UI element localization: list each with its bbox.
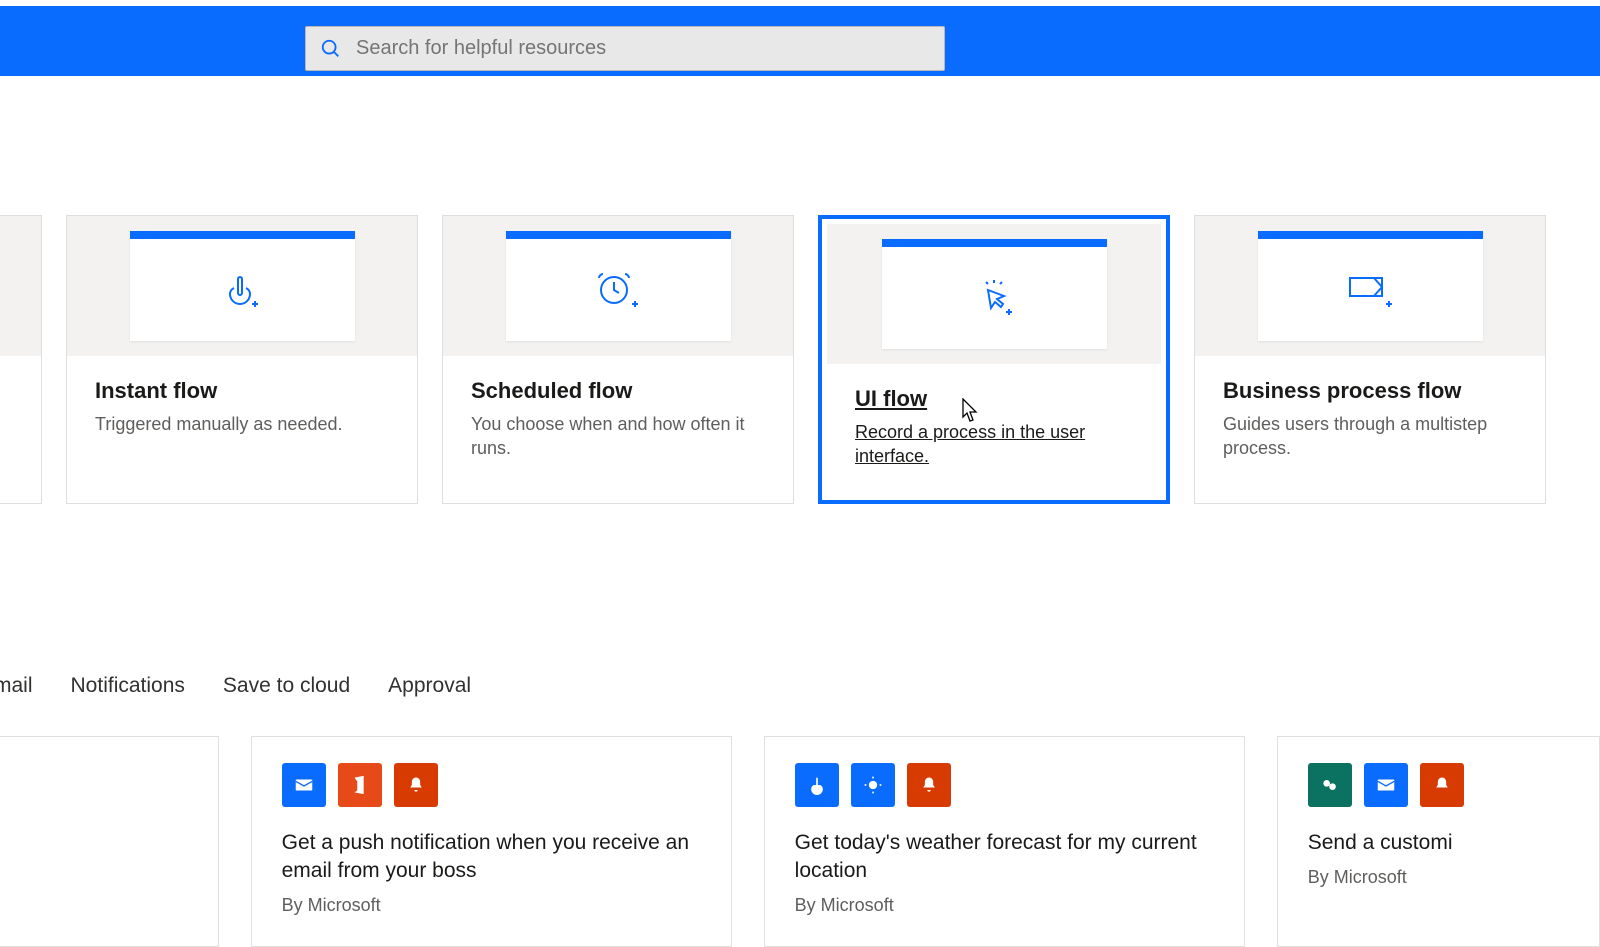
flow-card-automated[interactable]: .: [0, 215, 42, 504]
flow-card-title: Instant flow: [95, 378, 389, 404]
template-title: Get today's weather forecast for my curr…: [795, 829, 1214, 886]
flow-card-title: UI flow: [855, 386, 1133, 412]
process-plus-icon: [1342, 266, 1398, 314]
button-icon: [795, 763, 839, 807]
weather-icon: [851, 763, 895, 807]
flow-card-desc: .: [0, 386, 13, 410]
templates-row: hments to OneDrive for Get a push notifi…: [0, 736, 1600, 947]
outlook-icon: [282, 763, 326, 807]
flow-card-business-process[interactable]: Business process flow Guides users throu…: [1194, 215, 1546, 504]
template-card[interactable]: Get a push notification when you receive…: [251, 736, 732, 947]
page-title: ow: [0, 104, 1600, 135]
bell-icon: [907, 763, 951, 807]
bell-icon: [394, 763, 438, 807]
flow-card-desc: Guides users through a multistep process…: [1223, 412, 1517, 461]
flow-card-title: Scheduled flow: [471, 378, 765, 404]
template-title: Get a push notification when you receive…: [282, 829, 701, 886]
template-author: By Microsoft: [1308, 867, 1569, 888]
template-author: By Microsoft: [795, 895, 1214, 916]
search-input[interactable]: [356, 37, 930, 60]
outlook-icon: [1364, 763, 1408, 807]
tab-email[interactable]: Email: [0, 674, 33, 698]
flow-cards-row: . Instant flow Triggered manually as nee…: [0, 215, 1600, 504]
flow-card-instant[interactable]: Instant flow Triggered manually as neede…: [66, 215, 418, 504]
tab-save-to-cloud[interactable]: Save to cloud: [223, 674, 350, 698]
template-tabs: Email Notifications Save to cloud Approv…: [0, 674, 1600, 698]
template-icons: [282, 763, 701, 807]
tab-approval[interactable]: Approval: [388, 674, 471, 698]
tab-notifications[interactable]: Notifications: [71, 674, 185, 698]
sharepoint-icon: [1308, 763, 1352, 807]
template-author: By Microsoft: [282, 895, 701, 916]
template-title: hments to OneDrive for: [0, 763, 188, 791]
search-box[interactable]: [305, 26, 945, 71]
flow-card-desc: Record a process in the user interface.: [855, 420, 1133, 469]
template-card[interactable]: hments to OneDrive for: [0, 736, 219, 947]
template-card[interactable]: Get today's weather forecast for my curr…: [764, 736, 1245, 947]
bell-icon: [1420, 763, 1464, 807]
flow-card-desc: Triggered manually as needed.: [95, 412, 389, 436]
flow-card-title: Business process flow: [1223, 378, 1517, 404]
template-icons: [1308, 763, 1569, 807]
template-card[interactable]: Send a customi By Microsoft: [1277, 736, 1600, 947]
flow-card-scheduled[interactable]: Scheduled flow You choose when and how o…: [442, 215, 794, 504]
office-icon: [338, 763, 382, 807]
template-title: Send a customi: [1308, 829, 1569, 857]
clock-plus-icon: [592, 266, 644, 314]
flow-card-desc: You choose when and how often it runs.: [471, 412, 765, 461]
top-bar: [0, 6, 1600, 76]
search-icon: [320, 38, 342, 60]
cursor-plus-icon: [970, 274, 1018, 322]
template-icons: [795, 763, 1214, 807]
touch-plus-icon: [218, 266, 266, 314]
flow-card-ui[interactable]: UI flow Record a process in the user int…: [818, 215, 1170, 504]
